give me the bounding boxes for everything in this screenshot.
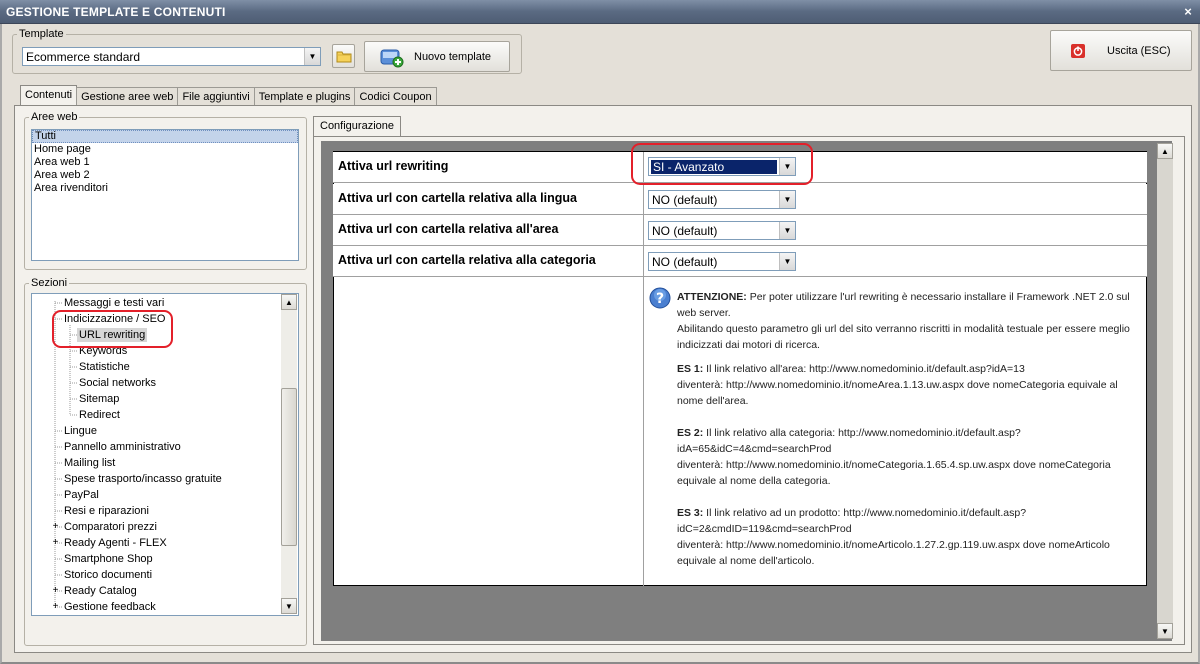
list-item[interactable]: Area web 1 — [32, 156, 298, 169]
tree-item[interactable]: Storico documenti — [64, 568, 152, 582]
es3-line2: diventerà: http://www.nomedominio.it/nom… — [677, 539, 1110, 567]
es3-text: Il link relativo ad un prodotto: http://… — [677, 507, 1027, 535]
categoria-select[interactable]: NO (default) ▼ — [648, 252, 796, 271]
chevron-down-icon[interactable]: ▼ — [779, 222, 795, 239]
lingua-select[interactable]: NO (default) ▼ — [648, 190, 796, 209]
tree-item[interactable]: Gestione feedback — [64, 600, 156, 614]
info-paragraph: Abilitando questo parametro gli url del … — [677, 323, 1130, 351]
tree-item[interactable]: Spese trasporto/incasso gratuite — [64, 472, 222, 486]
svg-text:?: ? — [656, 291, 664, 307]
tab-contenuti[interactable]: Contenuti — [20, 85, 78, 106]
tree-item[interactable]: Messaggi e testi vari — [64, 296, 164, 310]
folder-icon — [336, 51, 351, 63]
config-scrollbar[interactable]: ▲ ▼ — [1157, 143, 1173, 639]
template-legend: Template — [19, 28, 64, 40]
select-value: NO (default) — [652, 254, 718, 269]
area-select[interactable]: NO (default) ▼ — [648, 221, 796, 240]
tree-item[interactable]: Pannello amministrativo — [64, 440, 181, 454]
config-label: Attiva url con cartella relativa alla li… — [338, 191, 577, 205]
es3-label: ES 3: — [677, 507, 704, 519]
tree-item[interactable]: Statistiche — [79, 360, 130, 374]
select-value: NO (default) — [652, 192, 718, 207]
tree-item[interactable]: Comparatori prezzi — [64, 520, 157, 534]
power-icon — [1071, 43, 1085, 58]
exit-button[interactable]: Uscita (ESC) — [1050, 30, 1192, 71]
tree-item[interactable]: PayPal — [64, 488, 99, 502]
tree-item[interactable]: Resi e riparazioni — [64, 504, 149, 518]
exit-label: Uscita (ESC) — [1107, 44, 1171, 57]
scroll-thumb[interactable] — [281, 388, 297, 546]
aree-web-legend: Aree web — [31, 111, 78, 123]
config-label: Attiva url rewriting — [338, 159, 449, 173]
es2-label: ES 2: — [677, 427, 704, 439]
expand-icon[interactable]: + — [51, 586, 60, 596]
tree-item[interactable]: Social networks — [79, 376, 156, 390]
tree-item[interactable]: Ready Catalog — [64, 584, 137, 598]
chevron-down-icon[interactable]: ▼ — [779, 191, 795, 208]
column-divider — [643, 215, 644, 246]
tab-file-aggiuntivi[interactable]: File aggiuntivi — [177, 87, 255, 106]
tab-template-plugins[interactable]: Template e plugins — [253, 87, 356, 106]
es2-text: Il link relativo alla categoria: http://… — [677, 427, 1021, 455]
scroll-down-icon[interactable]: ▼ — [281, 598, 297, 614]
tree-item[interactable]: Redirect — [79, 408, 120, 422]
window-title: GESTIONE TEMPLATE E CONTENUTI — [6, 5, 226, 19]
new-template-icon — [380, 49, 404, 67]
config-label: Attiva url con cartella relativa all'are… — [338, 222, 559, 236]
info-text: ATTENZIONE: Per poter utilizzare l'url r… — [677, 289, 1143, 569]
tab-configurazione[interactable]: Configurazione — [313, 116, 401, 137]
expand-icon[interactable]: + — [51, 538, 60, 548]
attention-label: ATTENZIONE: — [677, 291, 747, 303]
aree-web-list[interactable]: Tutti Home page Area web 1 Area web 2 Ar… — [31, 129, 299, 261]
es2-line2: diventerà: http://www.nomedominio.it/nom… — [677, 459, 1111, 487]
config-label: Attiva url con cartella relativa alla ca… — [338, 253, 596, 267]
scroll-up-icon[interactable]: ▲ — [281, 294, 297, 310]
column-divider — [643, 277, 644, 586]
scroll-up-icon[interactable]: ▲ — [1157, 143, 1173, 159]
close-icon[interactable]: × — [1180, 5, 1196, 19]
column-divider — [643, 184, 644, 215]
new-template-button[interactable]: Nuovo template — [364, 41, 510, 72]
list-item[interactable]: Tutti — [32, 130, 298, 143]
new-template-label: Nuovo template — [414, 50, 492, 63]
tab-gestione-aree-web[interactable]: Gestione aree web — [76, 87, 179, 106]
es1-line2: diventerà: http://www.nomedominio.it/nom… — [677, 379, 1118, 407]
tree-item[interactable]: Lingue — [64, 424, 97, 438]
scroll-down-icon[interactable]: ▼ — [1157, 623, 1173, 639]
column-divider — [643, 246, 644, 277]
list-item[interactable]: Home page — [32, 143, 298, 156]
open-folder-button[interactable] — [332, 44, 355, 68]
highlight-ring — [52, 310, 173, 348]
sezioni-legend: Sezioni — [31, 277, 68, 289]
chevron-down-icon[interactable]: ▼ — [304, 48, 320, 65]
list-item[interactable]: Area web 2 — [32, 169, 298, 182]
template-select-value: Ecommerce standard — [26, 49, 141, 64]
main-tabs: Contenuti Gestione aree web File aggiunt… — [20, 85, 437, 106]
expand-icon[interactable]: + — [51, 602, 60, 612]
tab-codici-coupon[interactable]: Codici Coupon — [354, 87, 437, 106]
title-bar: GESTIONE TEMPLATE E CONTENUTI × — [0, 0, 1200, 24]
es1-text: Il link relativo all'area: http://www.no… — [703, 363, 1025, 375]
list-item[interactable]: Area rivenditori — [32, 182, 298, 195]
select-value: NO (default) — [652, 223, 718, 238]
tree-scrollbar[interactable]: ▲ ▼ — [281, 294, 297, 614]
tree-item[interactable]: Smartphone Shop — [64, 552, 153, 566]
template-select[interactable]: Ecommerce standard ▼ — [22, 47, 321, 66]
highlight-ring — [631, 143, 813, 185]
tree-item[interactable]: Mailing list — [64, 456, 115, 470]
expand-icon[interactable]: + — [51, 522, 60, 532]
tree-item[interactable]: Sitemap — [79, 392, 119, 406]
tree-item[interactable]: Ready Agenti - FLEX — [64, 536, 167, 550]
es1-label: ES 1: — [677, 363, 704, 375]
help-icon: ? — [649, 287, 671, 309]
chevron-down-icon[interactable]: ▼ — [779, 253, 795, 270]
